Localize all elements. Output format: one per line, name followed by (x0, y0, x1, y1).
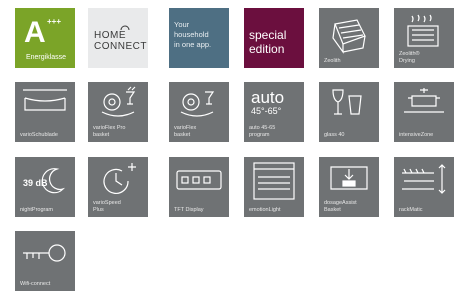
auto-program-tile: auto 45°-65° auto 45-65 program (244, 82, 304, 142)
zeolith-tile: Zeolith (319, 8, 379, 68)
energy-class-tile: A +++ Energiklasse (15, 8, 75, 68)
variospeed-tile: varioSpeed Plus (88, 157, 148, 217)
tft-display-tile: TFT Display (169, 157, 229, 217)
home-connect-line1: HOME (94, 30, 126, 41)
zeolith-drying-tile: Zeolith® Drying (394, 8, 454, 68)
varioflex-pro-tile: varioFlex Pro basket (88, 82, 148, 142)
rackmatic-tile: rackMatic (394, 157, 454, 217)
wifi-key-caption: Wifi-connect (20, 280, 51, 287)
wifi-key-tile: Wifi-connect (15, 231, 75, 291)
energy-class-label: Energiklasse (25, 54, 67, 61)
zeolith-drying-caption: Zeolith® Drying (399, 51, 420, 64)
zeolith-caption: Zeolith (324, 57, 341, 64)
auto-program-word: auto (251, 88, 285, 107)
intensive-zone-caption: intensiveZone (399, 131, 434, 138)
dosage-assist-tile: dosageAssist Basket (319, 157, 379, 217)
special-edition-tile: special edition (244, 8, 304, 68)
tft-display-caption: TFT Display (174, 206, 204, 213)
auto-program-caption: auto 45-65 program (249, 125, 276, 138)
night-program-tile: 39 dB nightProgram (15, 157, 75, 217)
rackmatic-caption: rackMatic (399, 206, 423, 213)
emotion-light-tile: emotionLight (244, 157, 304, 217)
auto-program-range: 45°-65° (251, 106, 282, 116)
household-app-tile: Your household in one app. (169, 8, 229, 68)
variospeed-caption: varioSpeed Plus (93, 200, 121, 213)
vario-drawer-tile: varioSchublade (15, 82, 75, 142)
emotion-light-caption: emotionLight (249, 206, 281, 213)
energy-grade-plus: +++ (47, 17, 62, 26)
night-program-caption: nightProgram (20, 206, 54, 213)
dosage-assist-caption: dosageAssist Basket (324, 200, 357, 213)
glass40-tile: glass 40 (319, 82, 379, 142)
varioflex-tile: varioFlex basket (169, 82, 229, 142)
home-connect-tile: HOME CONNECT (88, 8, 148, 68)
vario-drawer-caption: varioSchublade (20, 131, 58, 138)
intensive-zone-tile: intensiveZone (394, 82, 454, 142)
home-connect-line2: CONNECT (94, 41, 147, 52)
varioflex-pro-caption: varioFlex Pro basket (93, 125, 126, 138)
varioflex-caption: varioFlex basket (174, 125, 197, 138)
special-edition-text: special edition (249, 28, 287, 56)
glass40-caption: glass 40 (324, 131, 345, 138)
energy-grade: A (24, 16, 46, 49)
household-app-text: Your household in one app. (174, 20, 212, 49)
